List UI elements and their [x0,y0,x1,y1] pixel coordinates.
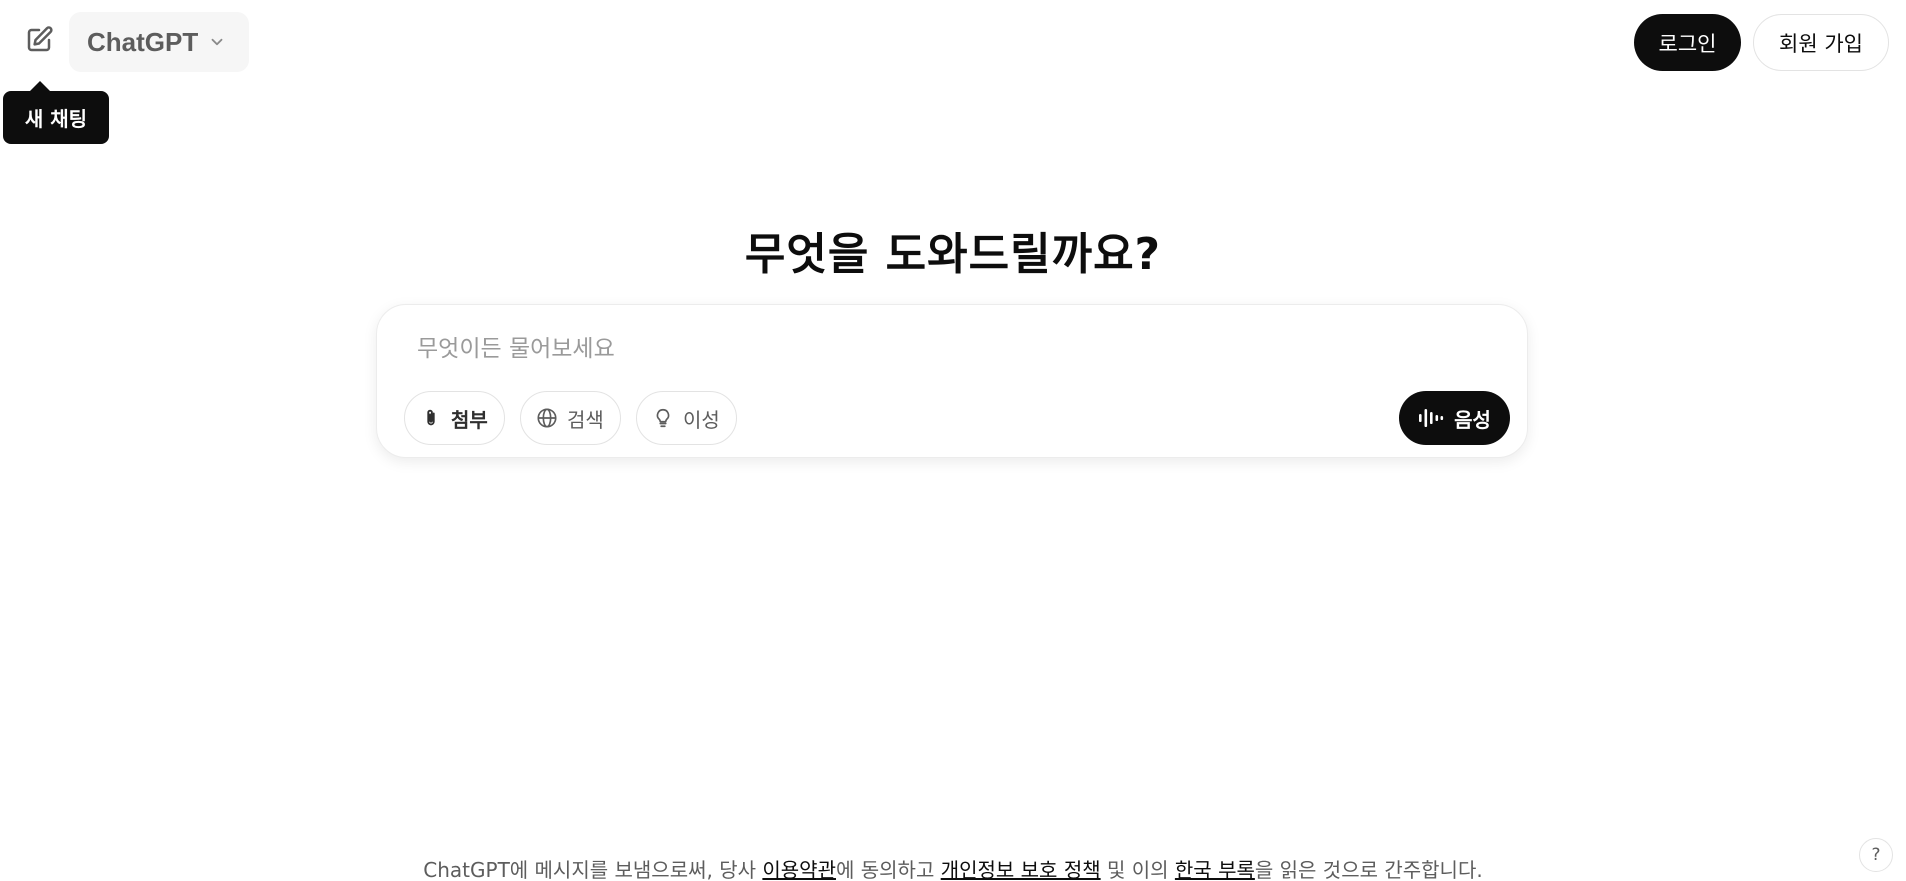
chevron-down-icon [211,38,223,46]
new-chat-tooltip: 새 채팅 [3,91,109,144]
attach-label: 첨부 [451,407,488,432]
prompt-composer: 첨부 검색 이성 [376,304,1528,458]
search-label: 검색 [567,407,604,432]
pencil-square-icon [27,26,53,52]
help-button[interactable]: ? [1859,838,1893,872]
globe-icon [535,406,559,430]
disclaimer-text: 에 동의하고 [835,858,941,881]
search-button[interactable]: 검색 [520,391,621,445]
attach-button[interactable]: 첨부 [404,391,505,445]
login-button[interactable]: 로그인 [1634,14,1741,71]
voice-label: 음성 [1454,407,1491,432]
model-name: ChatGPT [87,26,199,57]
legal-disclaimer: ChatGPT에 메시지를 보냄으로써, 당사 이용약관에 동의하고 개인정보 … [0,854,1906,881]
disclaimer-text: 을 읽은 것으로 간주합니다. [1254,858,1483,881]
korea-appendix-link[interactable]: 한국 부록 [1175,858,1255,881]
disclaimer-text: ChatGPT에 메시지를 보냄으로써, 당사 [423,858,763,881]
disclaimer-text: 및 이의 [1100,858,1175,881]
terms-link[interactable]: 이용약관 [762,858,836,881]
privacy-policy-link[interactable]: 개인정보 보호 정책 [941,858,1101,881]
voice-button[interactable]: 음성 [1399,391,1510,445]
model-selector[interactable]: ChatGPT [69,12,249,72]
lightbulb-icon [651,406,675,430]
reason-button[interactable]: 이성 [636,391,737,445]
reason-label: 이성 [683,407,720,432]
prompt-input[interactable] [417,325,1417,373]
signup-button[interactable]: 회원 가입 [1753,14,1889,71]
app-root: 새 채팅 ChatGPT 로그인 회원 가입 무엇을 도와드릴까요? 첨부 [0,0,1906,881]
tooltip-arrow [30,81,50,91]
new-chat-button[interactable] [17,18,61,62]
waveform-icon [1419,409,1444,427]
paperclip-icon [419,406,443,430]
page-title: 무엇을 도와드릴까요? [744,229,1162,280]
